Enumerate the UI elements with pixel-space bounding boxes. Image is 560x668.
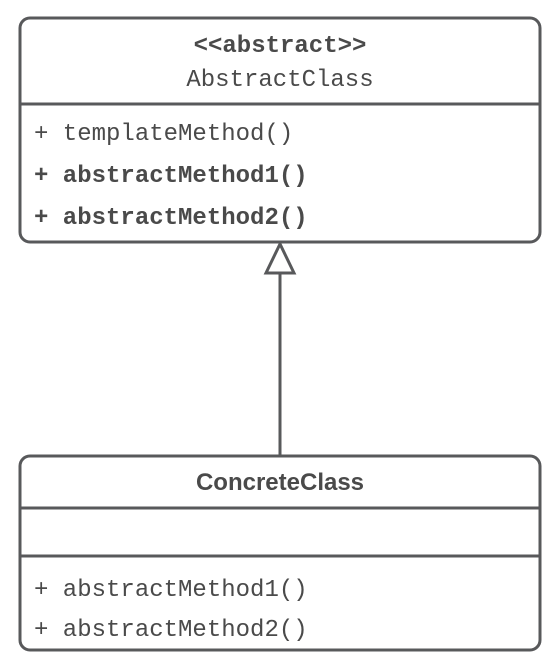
concrete-method-1: + abstractMethod2() [34, 617, 308, 644]
concrete-class-name: ConcreteClass [196, 469, 364, 496]
abstract-class-box: <<abstract>> AbstractClass + templateMet… [20, 18, 540, 242]
uml-class-diagram: <<abstract>> AbstractClass + templateMet… [0, 0, 560, 668]
abstract-method-2: + abstractMethod2() [34, 205, 308, 232]
abstract-method-1: + abstractMethod1() [34, 163, 308, 190]
generalization-arrow [266, 244, 294, 456]
abstract-stereotype: <<abstract>> [194, 33, 367, 60]
concrete-method-0: + abstractMethod1() [34, 577, 308, 604]
abstract-method-0: + templateMethod() [34, 121, 293, 148]
generalization-arrowhead [266, 244, 294, 273]
concrete-class-box: ConcreteClass + abstractMethod1() + abst… [20, 456, 540, 650]
abstract-class-name: AbstractClass [186, 67, 373, 94]
